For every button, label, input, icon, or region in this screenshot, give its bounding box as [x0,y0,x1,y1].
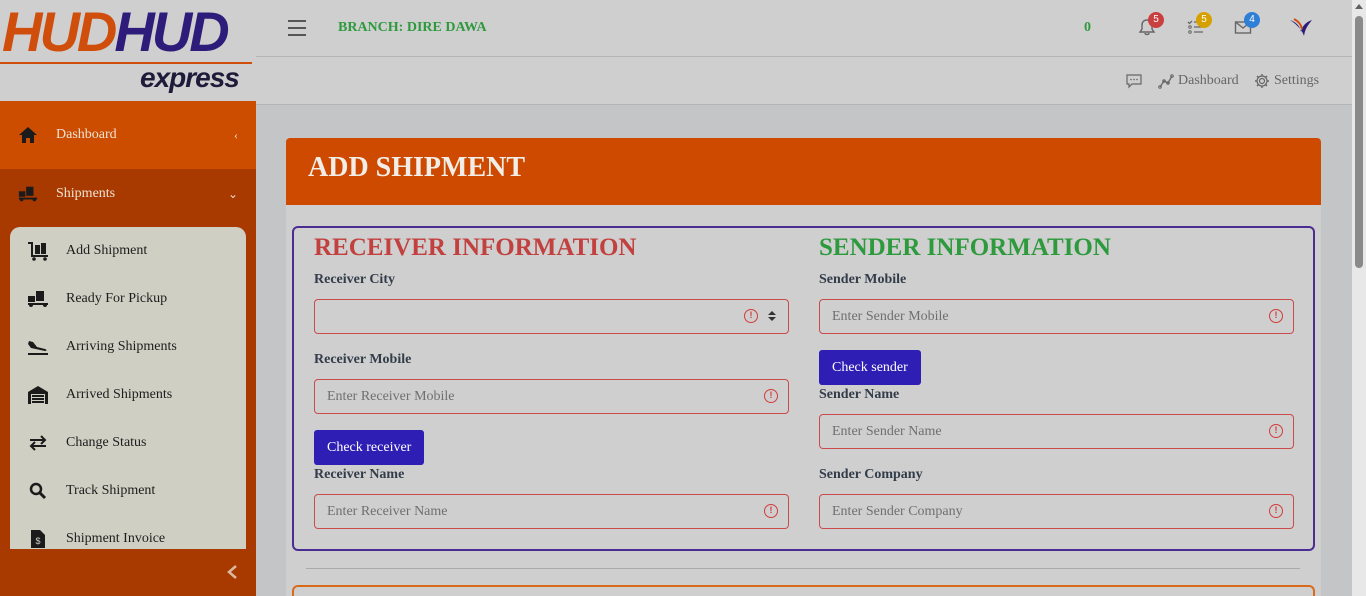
notifications-button[interactable]: 5 [1138,12,1164,40]
page-scrollbar[interactable] [1352,0,1366,596]
receiver-city-select[interactable] [314,299,789,334]
receiver-city-label: Receiver City [314,272,395,287]
submenu-item-ready-for-pickup[interactable]: Ready For Pickup [10,275,246,323]
exchange-icon [26,431,50,455]
receiver-mobile-input[interactable] [314,379,789,414]
submenu-item-change-status[interactable]: Change Status [10,419,246,467]
tasks-button[interactable]: 5 [1186,12,1212,40]
chevron-down-icon: ⌄ [227,186,238,201]
sidebar-item-label: Shipments [56,186,116,201]
sidebar-item-label: Dashboard [56,127,117,142]
sort-arrows-icon [767,309,777,323]
logo-tagline: express [140,62,240,93]
submenu-item-label: Shipment Invoice [66,531,166,546]
receiver-section-title: RECEIVER INFORMATION [314,234,637,261]
receiver-name-input[interactable] [314,494,789,529]
sidebar-item-dashboard[interactable]: Dashboard ‹ [0,101,256,169]
notifications-badge: 5 [1148,12,1164,28]
sidebar-item-shipments[interactable]: Shipments ⌄ [0,169,256,219]
receiver-sender-form: RECEIVER INFORMATION Receiver City ! Rec… [292,226,1315,551]
svg-text:$: $ [35,536,40,546]
scrollbar-thumb[interactable] [1355,16,1363,268]
brand-logo[interactable]: HUDHUD express [0,0,256,101]
subbar-dashboard-link[interactable]: Dashboard [1158,73,1239,89]
sender-company-label: Sender Company [819,467,923,482]
sender-mobile-input[interactable] [819,299,1294,334]
error-icon: ! [764,504,778,518]
submenu-item-add-shipment[interactable]: Add Shipment [10,227,246,275]
subbar-dashboard-label: Dashboard [1178,73,1239,88]
sidebar-collapse-button[interactable] [222,562,242,586]
error-icon: ! [744,309,758,323]
receiver-name-label: Receiver Name [314,467,405,482]
card-header: ADD SHIPMENT [286,138,1321,205]
messages-badge: 4 [1244,12,1260,28]
home-icon [18,125,38,145]
user-avatar[interactable] [1288,16,1312,38]
submenu-item-shipment-invoice[interactable]: $ Shipment Invoice [10,515,246,549]
sender-name-input[interactable] [819,414,1294,449]
sender-company-input[interactable] [819,494,1294,529]
truck-loading-icon [26,287,50,311]
submenu-item-label: Arrived Shipments [66,387,173,402]
section-divider [306,568,1300,569]
bird-logo-icon [1290,18,1312,36]
chat-icon [1126,74,1142,89]
plane-arrival-icon [26,335,50,359]
error-icon: ! [1269,309,1283,323]
counter-value: 0 [1084,20,1091,35]
submenu-item-label: Change Status [66,435,147,450]
menu-toggle-button[interactable] [288,20,306,36]
next-form-section [292,585,1315,596]
submenu-item-arrived-shipments[interactable]: Arrived Shipments [10,371,246,419]
error-icon: ! [764,389,778,403]
warehouse-icon [26,383,50,407]
chevron-left-icon: ‹ [234,127,238,142]
submenu-item-label: Track Shipment [66,483,156,498]
messages-button[interactable]: 4 [1234,12,1260,40]
branch-label: BRANCH: DIRE DAWA [338,20,487,35]
check-sender-button[interactable]: Check sender [819,350,921,385]
chevron-left-icon [227,565,237,579]
scroll-up-arrow-icon[interactable] [1355,4,1363,9]
sender-section-title: SENDER INFORMATION [819,234,1111,261]
logo-wordmark: HUDHUD [2,0,230,63]
submenu-item-label: Ready For Pickup [66,291,168,306]
error-icon: ! [1269,424,1283,438]
sidebar: HUDHUD express Dashboard ‹ Shipments ⌄ A… [0,0,256,596]
subbar-settings-label: Settings [1274,73,1320,88]
submenu-item-track-shipment[interactable]: Track Shipment [10,467,246,515]
submenu-item-label: Add Shipment [66,243,148,258]
sender-name-label: Sender Name [819,387,900,402]
sender-mobile-label: Sender Mobile [819,272,907,287]
submenu-item-arriving-shipments[interactable]: Arriving Shipments [10,323,246,371]
submenu-item-label: Arriving Shipments [66,339,177,354]
page-title: ADD SHIPMENT [308,152,526,183]
add-shipment-card: ADD SHIPMENT RECEIVER INFORMATION Receiv… [286,138,1321,596]
subbar-settings-link[interactable]: Settings [1254,73,1319,89]
chat-button[interactable] [1126,73,1146,89]
invoice-icon: $ [26,527,50,549]
shipments-submenu: Add Shipment Ready For Pickup Arriving S… [10,227,246,549]
luggage-cart-icon [26,239,50,263]
receiver-mobile-label: Receiver Mobile [314,352,412,367]
tasks-badge: 5 [1196,12,1212,28]
error-icon: ! [1269,504,1283,518]
secondary-navbar: Dashboard Settings [256,57,1352,105]
check-receiver-button[interactable]: Check receiver [314,430,425,465]
top-navbar: BRANCH: DIRE DAWA 0 5 5 4 [256,0,1352,57]
truck-loading-icon [18,184,38,204]
chart-line-icon [1158,74,1174,89]
gear-icon [1255,74,1269,88]
search-icon [26,479,50,503]
